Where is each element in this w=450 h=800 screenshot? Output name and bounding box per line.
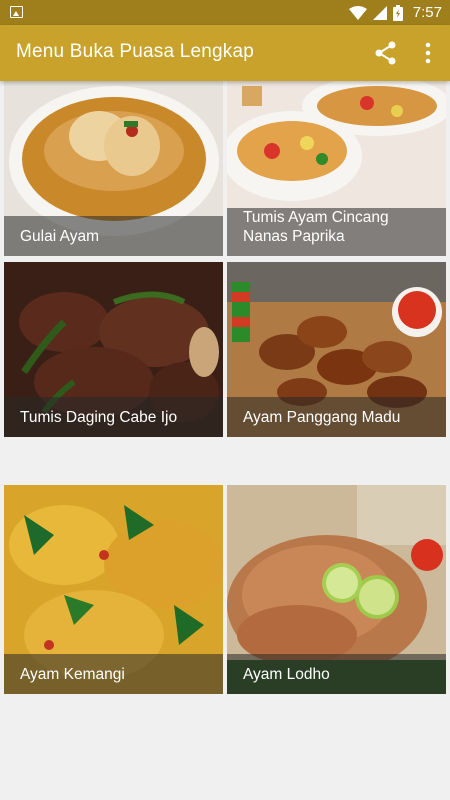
battery-icon — [392, 4, 403, 21]
status-icons: 7:57 — [348, 4, 442, 21]
menu-card-label: Tumis Ayam Cincang Nanas Paprika — [243, 209, 389, 245]
share-icon[interactable] — [372, 39, 400, 67]
image-notification-icon — [10, 6, 23, 18]
app-bar: Menu Buka Puasa Lengkap — [0, 25, 450, 81]
clock: 7:57 — [412, 4, 442, 21]
menu-card-ayam-lodho[interactable]: Ayam Lodho — [227, 485, 446, 694]
menu-card-gulai-ayam[interactable]: Gulai Ayam — [4, 81, 223, 256]
more-vert-icon[interactable] — [414, 39, 442, 67]
signal-icon — [372, 5, 387, 20]
wifi-icon — [348, 5, 367, 20]
menu-card-label: Ayam Lodho — [243, 666, 330, 683]
menu-card-label: Ayam Panggang Madu — [243, 409, 401, 426]
status-bar: 7:57 — [0, 0, 450, 25]
menu-card-tumis-ayam-cincang[interactable]: Tumis Ayam Cincang Nanas Paprika — [227, 81, 446, 256]
menu-card-ayam-kemangi[interactable]: Ayam Kemangi — [4, 485, 223, 694]
menu-card-ayam-panggang-madu[interactable]: Ayam Panggang Madu — [227, 262, 446, 437]
menu-card-label: Tumis Daging Cabe Ijo — [20, 409, 178, 426]
menu-card-tumis-daging-cabe-ijo[interactable]: Tumis Daging Cabe Ijo — [4, 262, 223, 437]
menu-card-label: Ayam Kemangi — [20, 666, 125, 683]
app-title: Menu Buka Puasa Lengkap — [16, 41, 255, 62]
menu-card-label: Gulai Ayam — [20, 228, 99, 245]
